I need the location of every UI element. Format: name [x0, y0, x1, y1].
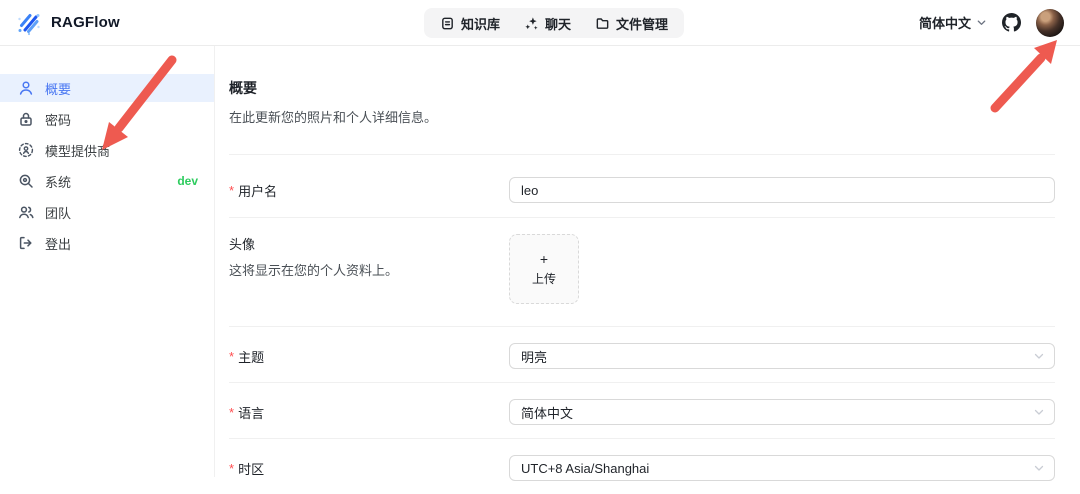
- file-management-icon: [595, 16, 610, 31]
- timezone-row: * 时区 UTC+8 Asia/Shanghai: [229, 439, 1055, 494]
- theme-row: * 主题 明亮: [229, 327, 1055, 382]
- sidebar-item-label: 系统: [45, 172, 71, 191]
- team-icon: [18, 204, 34, 220]
- model-providers-icon: [18, 142, 34, 158]
- username-input[interactable]: [509, 177, 1055, 203]
- logout-icon: [18, 235, 34, 251]
- theme-select[interactable]: 明亮: [509, 343, 1055, 369]
- theme-select-value: 明亮: [521, 347, 547, 366]
- sidebar-item-overview[interactable]: 概要: [0, 74, 214, 102]
- chat-icon: [524, 16, 539, 31]
- page-title: 概要: [229, 78, 1055, 98]
- language-label: * 语言: [229, 403, 509, 422]
- nav-label: 聊天: [545, 14, 571, 33]
- required-mark: *: [229, 405, 234, 420]
- language-selector[interactable]: 简体中文: [919, 13, 987, 32]
- system-search-icon: [18, 173, 34, 189]
- user-avatar[interactable]: [1036, 9, 1064, 37]
- chevron-down-icon: [976, 17, 987, 28]
- app-title: RAGFlow: [51, 14, 120, 31]
- plus-icon: +: [540, 252, 548, 266]
- avatar-label-block: 头像 这将显示在您的个人资料上。: [229, 234, 509, 279]
- theme-label: * 主题: [229, 347, 509, 366]
- sidebar-item-system[interactable]: 系统 dev: [0, 167, 214, 195]
- timezone-select-value: UTC+8 Asia/Shanghai: [521, 461, 649, 476]
- main-nav: 知识库 聊天 文件管理: [424, 8, 684, 38]
- avatar-label: 头像: [229, 234, 509, 253]
- required-mark: *: [229, 461, 234, 476]
- nav-knowledge-base[interactable]: 知识库: [430, 11, 510, 35]
- sidebar-item-model-providers[interactable]: 模型提供商: [0, 136, 214, 164]
- sidebar-item-password[interactable]: 密码: [0, 105, 214, 133]
- nav-chat[interactable]: 聊天: [514, 11, 581, 35]
- avatar-row: 头像 这将显示在您的个人资料上。 + 上传: [229, 218, 1055, 326]
- chevron-down-icon: [1033, 350, 1045, 362]
- nav-file-management[interactable]: 文件管理: [585, 11, 678, 35]
- knowledge-base-icon: [440, 16, 455, 31]
- chevron-down-icon: [1033, 462, 1045, 474]
- language-select[interactable]: 简体中文: [509, 399, 1055, 425]
- language-select-value: 简体中文: [521, 403, 573, 422]
- sidebar-item-label: 模型提供商: [45, 141, 110, 160]
- chevron-down-icon: [1033, 406, 1045, 418]
- lock-icon: [18, 111, 34, 127]
- sidebar-item-team[interactable]: 团队: [0, 198, 214, 226]
- page-subtitle: 在此更新您的照片和个人详细信息。: [229, 107, 1055, 126]
- timezone-select[interactable]: UTC+8 Asia/Shanghai: [509, 455, 1055, 481]
- sidebar-item-label: 团队: [45, 203, 71, 222]
- sidebar-item-label: 密码: [45, 110, 71, 129]
- required-mark: *: [229, 349, 234, 364]
- language-row: * 语言 简体中文: [229, 383, 1055, 438]
- username-label: * 用户名: [229, 181, 509, 200]
- sidebar-item-label: 登出: [45, 234, 71, 253]
- github-icon[interactable]: [1002, 13, 1021, 32]
- nav-label: 文件管理: [616, 14, 668, 33]
- sidebar-item-logout[interactable]: 登出: [0, 229, 214, 257]
- upload-label: 上传: [532, 270, 556, 287]
- profile-settings-panel: 概要 在此更新您的照片和个人详细信息。 * 用户名 头像 这将显示在您的个人资料…: [215, 46, 1080, 477]
- username-row: * 用户名: [229, 155, 1055, 217]
- sidebar-item-label: 概要: [45, 79, 71, 98]
- required-mark: *: [229, 183, 234, 198]
- user-icon: [18, 80, 34, 96]
- top-bar: RAGFlow 知识库 聊天: [0, 0, 1080, 46]
- language-selector-value: 简体中文: [919, 13, 971, 32]
- app-brand[interactable]: RAGFlow: [16, 10, 120, 36]
- timezone-label: * 时区: [229, 459, 509, 478]
- topbar-right: 简体中文: [919, 9, 1064, 37]
- avatar-upload-button[interactable]: + 上传: [509, 234, 579, 304]
- page-body: 概要 密码 模型提供商 系统 dev 团: [0, 46, 1080, 477]
- avatar-description: 这将显示在您的个人资料上。: [229, 260, 509, 279]
- dev-badge: dev: [177, 174, 198, 188]
- nav-label: 知识库: [461, 14, 500, 33]
- settings-sidebar: 概要 密码 模型提供商 系统 dev 团: [0, 46, 215, 477]
- ragflow-logo-icon: [16, 10, 42, 36]
